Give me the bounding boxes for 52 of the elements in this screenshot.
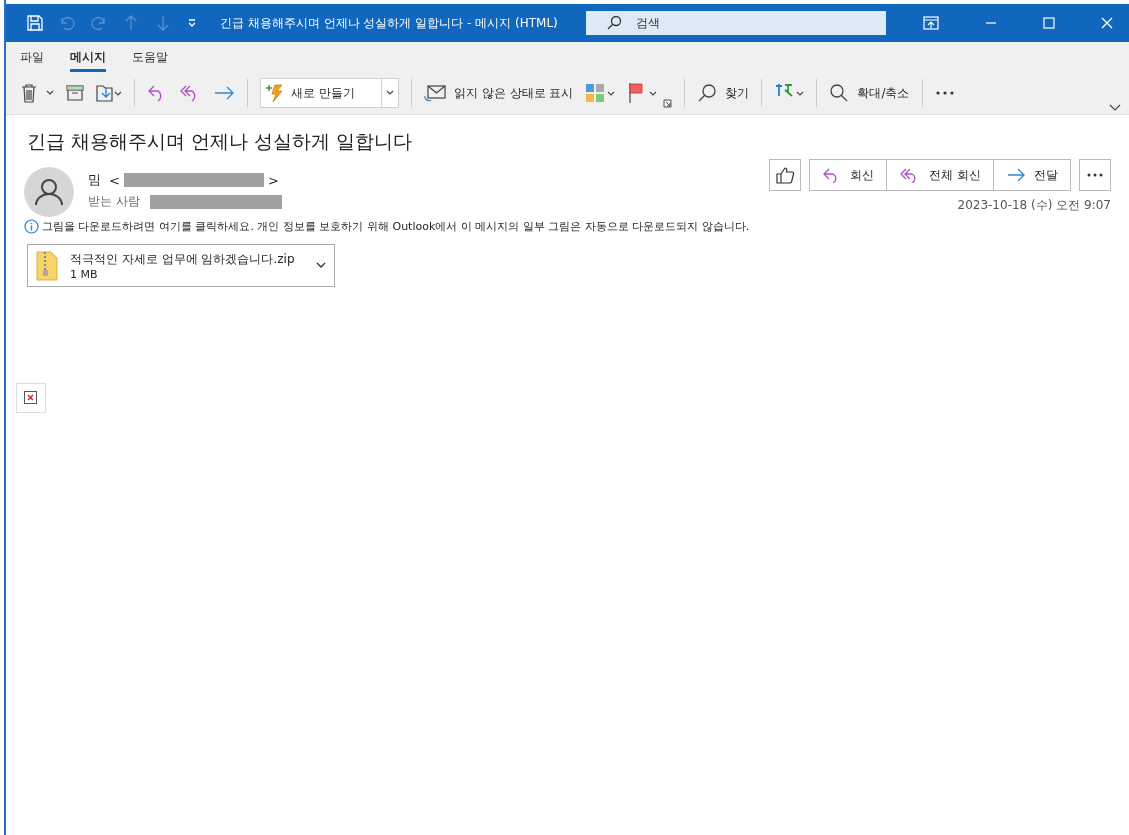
more-icon[interactable] <box>934 90 955 96</box>
trash-icon[interactable] <box>20 83 38 103</box>
ribbon-tab[interactable]: 도움말 <box>132 49 168 72</box>
customize-icon[interactable] <box>186 17 198 29</box>
zoom-button[interactable]: 확대/축소 <box>829 83 910 103</box>
reply-all-button[interactable]: 전체 회신 <box>887 159 994 191</box>
reply-button[interactable]: 회신 <box>809 159 888 191</box>
close-icon[interactable] <box>1101 17 1113 29</box>
ribbon-tab[interactable]: 파일 <box>20 49 44 72</box>
info-message[interactable]: 그림을 다운로드하려면 여기를 클릭하세요. 개인 정보를 보호하기 위해 Outlook에서 이 메시지의 일부 그림은 자동으로 다운로드되지 않습니다. <box>42 219 750 234</box>
search-icon <box>605 15 622 31</box>
magnifier-icon <box>829 83 850 103</box>
caret-icon[interactable] <box>46 90 54 96</box>
sender-name: 밈 <box>88 171 101 189</box>
ribbon-tab[interactable]: 메시지 <box>70 49 106 72</box>
broken-image-icon <box>16 383 46 413</box>
info-icon <box>24 219 39 234</box>
message-date: 2023-10-18 (수) 오전 9:07 <box>957 197 1111 214</box>
bracket-text: > <box>267 172 279 188</box>
flag-icon[interactable] <box>627 82 658 104</box>
search-icon <box>697 83 718 103</box>
category-icon[interactable] <box>585 83 616 103</box>
lightning-icon <box>265 83 285 103</box>
move-icon[interactable] <box>96 84 122 102</box>
zip-file-icon <box>36 250 58 281</box>
forward-button[interactable]: 전달 <box>994 159 1071 191</box>
maximize-icon[interactable] <box>1043 17 1055 29</box>
to-label: 받는 사람 <box>88 193 140 210</box>
envelope-icon <box>424 84 446 102</box>
expand-ribbon-icon[interactable] <box>1109 104 1121 112</box>
forward-icon <box>1006 167 1026 183</box>
dialog-launcher-icon[interactable] <box>663 99 673 108</box>
bracket-text: < <box>109 172 120 188</box>
thumbs-up-icon <box>775 166 796 184</box>
like-button[interactable] <box>769 159 802 191</box>
archive-icon[interactable] <box>66 85 84 101</box>
new-item-button[interactable]: 새로 만들기 <box>260 78 399 108</box>
forward-icon[interactable] <box>213 84 235 102</box>
caret-icon[interactable] <box>386 90 394 96</box>
mark-unread-button[interactable]: 읽지 않은 상태로 표시 <box>424 84 574 102</box>
ribbon-display-icon[interactable] <box>923 16 939 30</box>
find-button[interactable]: 찾기 <box>697 83 750 103</box>
save-icon[interactable] <box>26 14 44 32</box>
message-subject: 긴급 채용해주시며 언제나 성실하게 일합니다 <box>27 129 414 154</box>
more-icon <box>1087 173 1103 177</box>
window-title: 긴급 채용해주시며 언제나 성실하게 일합니다 - 메시지 (HTML) <box>220 14 558 32</box>
attachment-card[interactable]: 적극적인 자세로 업무에 임하겠습니다.zip 1 MB <box>27 244 335 287</box>
search-field[interactable]: 검색 <box>585 11 886 35</box>
attachment-name: 적극적인 자세로 업무에 임하겠습니다.zip <box>70 250 296 268</box>
avatar-icon <box>24 167 74 217</box>
chevron-icon[interactable] <box>316 262 326 269</box>
attachment-size: 1 MB <box>70 267 99 281</box>
